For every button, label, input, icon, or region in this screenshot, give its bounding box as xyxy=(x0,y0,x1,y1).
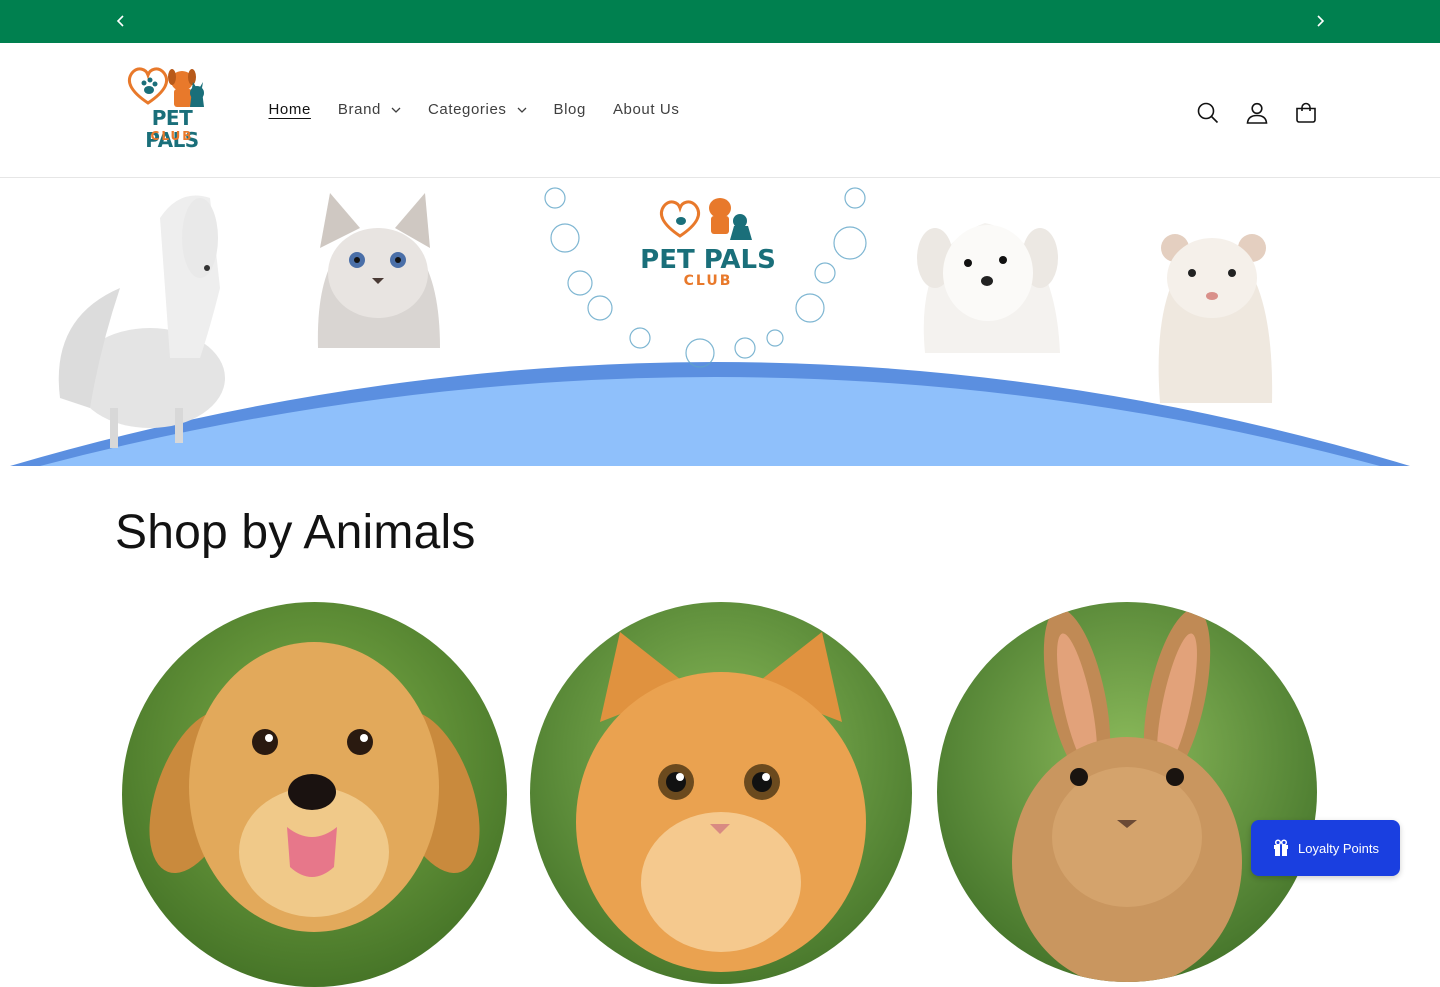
loyalty-points-label: Loyalty Points xyxy=(1298,840,1379,856)
nav-item-label: Home xyxy=(268,101,311,118)
nav-item-label: About Us xyxy=(612,101,680,118)
logo-subtitle: CLUB xyxy=(150,129,194,143)
main-nav: Home Brand Categories Blog About Us xyxy=(255,99,693,121)
ferret-image xyxy=(1158,234,1273,403)
loyalty-points-button[interactable]: Loyalty Points xyxy=(1251,820,1400,876)
cat-image xyxy=(317,193,440,348)
nav-item-blog[interactable]: Blog xyxy=(540,99,599,121)
rabbit-image xyxy=(937,602,1317,982)
cart-button[interactable] xyxy=(1290,97,1322,129)
cart-icon xyxy=(1296,102,1316,123)
animal-tile-dog[interactable] xyxy=(122,602,507,987)
cat-image xyxy=(530,602,912,984)
nav-item-label: Categories xyxy=(427,101,507,118)
gift-icon xyxy=(1274,839,1289,856)
dog-image xyxy=(122,602,507,987)
dog-image xyxy=(917,223,1060,353)
horse-image xyxy=(58,195,225,448)
hero-logo-title: PET PALS xyxy=(640,245,776,275)
animal-tile-cat[interactable] xyxy=(530,602,912,984)
hero-logo-mark xyxy=(659,198,752,240)
hero-banner[interactable]: PET PALS CLUB xyxy=(0,178,1440,466)
search-button[interactable] xyxy=(1192,97,1224,129)
animal-tile-rabbit[interactable] xyxy=(937,602,1317,982)
account-icon xyxy=(1246,102,1268,124)
header-icons xyxy=(1192,97,1339,129)
nav-item-brand[interactable]: Brand xyxy=(324,99,414,121)
nav-item-about-us[interactable]: About Us xyxy=(599,99,693,121)
pet-pals-logo-mark xyxy=(127,67,204,107)
section-title: Shop by Animals xyxy=(115,506,476,559)
nav-item-home[interactable]: Home xyxy=(255,99,324,121)
chevron-left-icon xyxy=(116,15,124,27)
site-header: PET PALS CLUB Home Brand Categories Blog… xyxy=(0,43,1440,178)
announcement-prev-button[interactable] xyxy=(111,11,131,31)
site-logo[interactable]: PET PALS CLUB xyxy=(122,63,222,151)
hero-illustration: PET PALS CLUB xyxy=(10,187,1410,466)
nav-item-label: Blog xyxy=(553,101,586,118)
chevron-down-icon xyxy=(391,105,401,115)
nav-item-categories[interactable]: Categories xyxy=(414,99,540,121)
nav-item-label: Brand xyxy=(337,101,381,118)
announcement-bar xyxy=(0,0,1440,43)
announcement-next-button[interactable] xyxy=(1310,11,1330,31)
search-icon xyxy=(1197,102,1219,124)
chevron-right-icon xyxy=(1317,15,1325,27)
account-button[interactable] xyxy=(1241,97,1273,129)
hero-logo-subtitle: CLUB xyxy=(684,273,733,289)
chevron-down-icon xyxy=(517,105,527,115)
